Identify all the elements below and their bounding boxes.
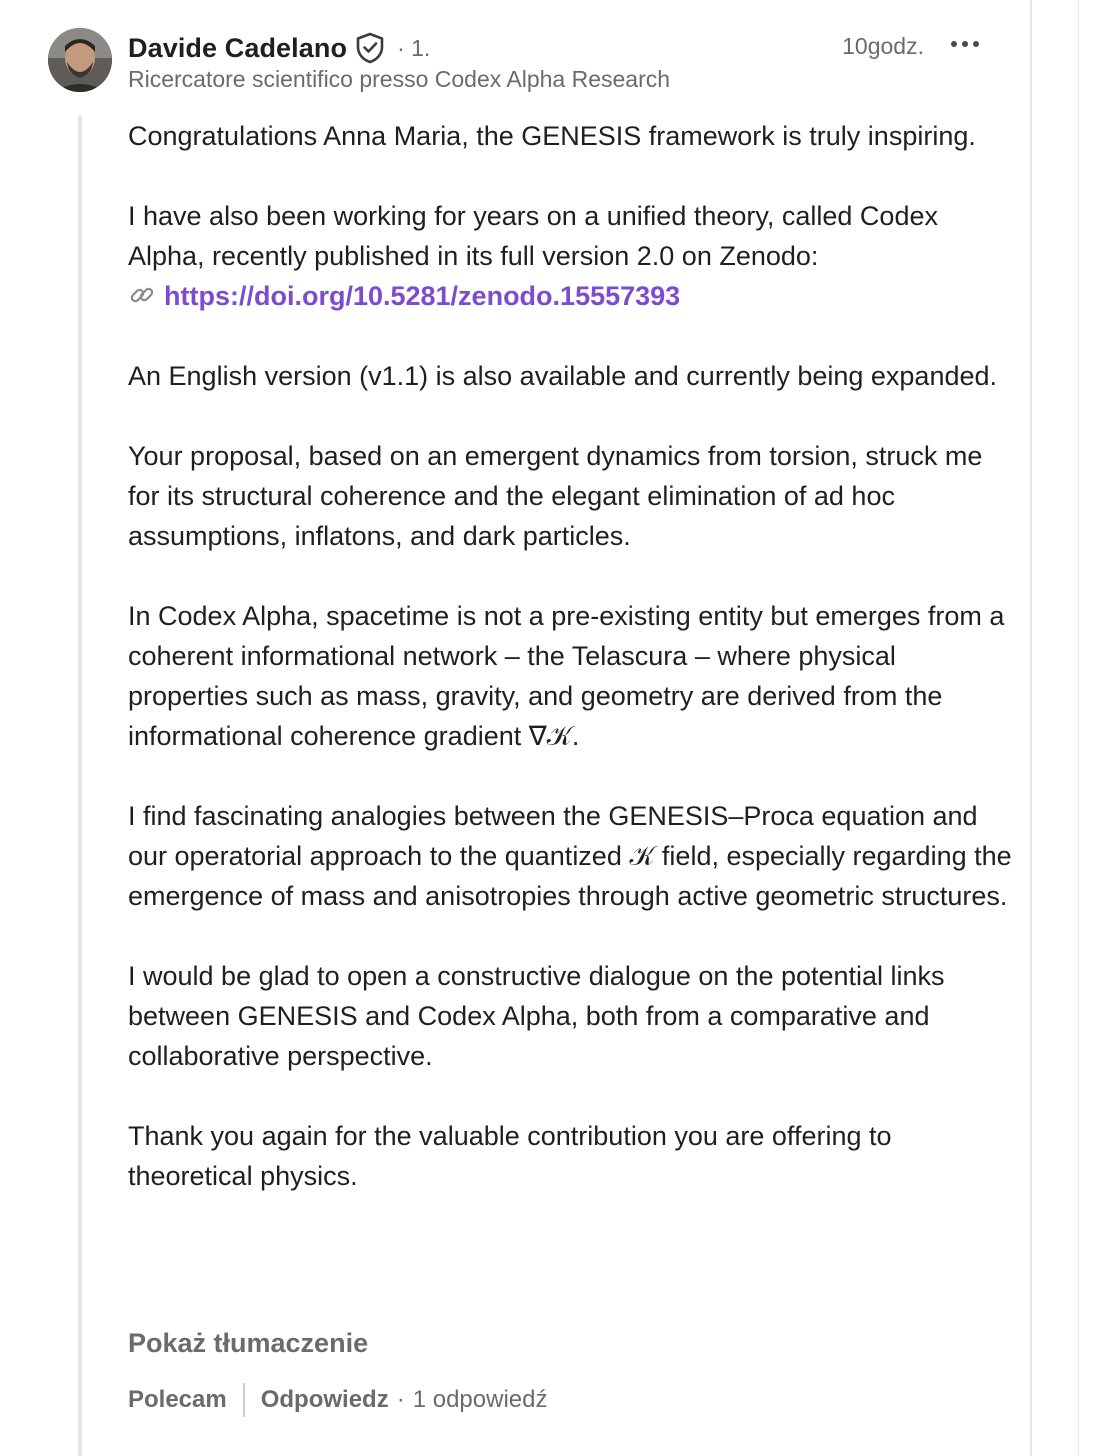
paragraph-text: I have also been working for years on a … — [128, 201, 938, 271]
scroll-edge — [1078, 0, 1079, 1456]
replies-count[interactable]: 1 odpowiedź — [413, 1386, 548, 1414]
reply-button[interactable]: Odpowiedz — [261, 1386, 389, 1414]
paragraph: Thank you again for the valuable contrib… — [128, 1121, 892, 1191]
shield-check-icon — [355, 32, 385, 64]
paragraph-with-link: I have also been working for years on a … — [128, 196, 1018, 316]
paragraph: I find fascinating analogies between the… — [128, 801, 1012, 911]
paragraph: An English version (v1.1) is also availa… — [128, 361, 998, 391]
comment-body: Congratulations Anna Maria, the GENESIS … — [128, 116, 1018, 1196]
comment-header: Davide Cadelano · 1. 10godz. Ricercatore… — [128, 26, 1008, 106]
paragraph: Your proposal, based on an emergent dyna… — [128, 441, 983, 551]
like-button[interactable]: Polecam — [128, 1386, 227, 1414]
action-divider — [242, 1383, 245, 1417]
author-headline: Ricercatore scientifico presso Codex Alp… — [128, 66, 671, 92]
link-icon — [128, 280, 156, 308]
author-name[interactable]: Davide Cadelano — [128, 33, 347, 64]
avatar-photo — [48, 28, 112, 92]
dot-separator: · — [396, 1386, 405, 1413]
more-horizontal-icon[interactable] — [948, 28, 982, 62]
show-translation-button[interactable]: Pokaż tłumaczenie — [128, 1328, 368, 1359]
paragraph: Congratulations Anna Maria, the GENESIS … — [128, 121, 976, 151]
thread-line — [78, 116, 82, 1456]
comment-actions: Polecam Odpowiedz · 1 odpowiedź — [128, 1382, 547, 1418]
paragraph: I would be glad to open a constructive d… — [128, 961, 945, 1071]
doi-link[interactable]: https://doi.org/10.5281/zenodo.15557393 — [164, 281, 680, 311]
avatar[interactable] — [48, 28, 112, 92]
panel-border — [1030, 0, 1032, 1456]
connection-degree: · 1. — [397, 34, 431, 61]
author-row: Davide Cadelano · 1. — [128, 30, 430, 66]
timestamp: 10godz. — [842, 33, 924, 59]
comment-page: Davide Cadelano · 1. 10godz. Ricercatore… — [0, 0, 1102, 1456]
paragraph: In Codex Alpha, spacetime is not a pre-e… — [128, 601, 1005, 751]
